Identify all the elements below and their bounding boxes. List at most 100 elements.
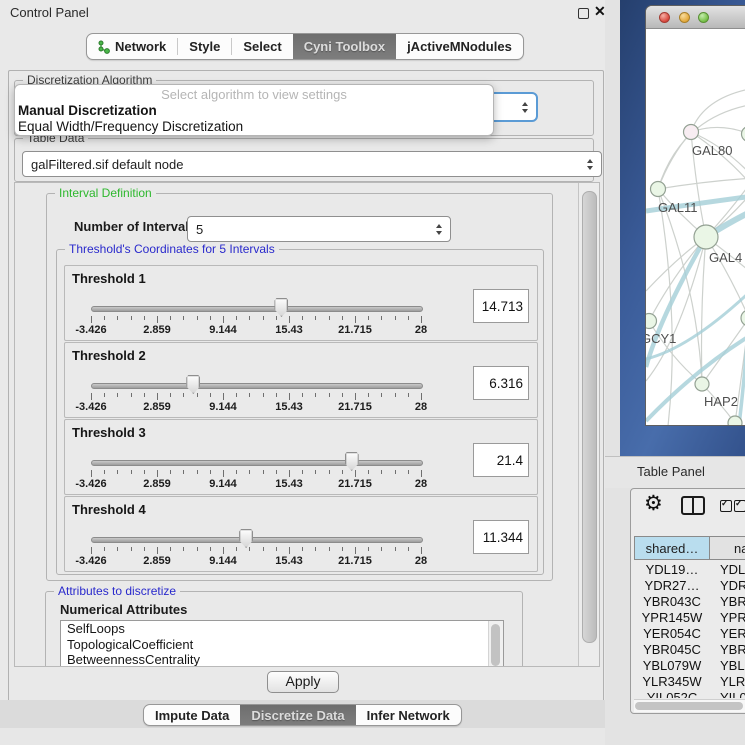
number-of-intervals-combobox[interactable]: 5 xyxy=(187,216,451,242)
slider-tick xyxy=(104,316,105,320)
network-edge[interactable] xyxy=(658,178,745,189)
tab-select[interactable]: Select xyxy=(232,34,292,59)
slider-tick xyxy=(421,393,422,400)
slider-tick-label: 9.144 xyxy=(196,478,250,490)
node-gal4[interactable] xyxy=(694,225,718,249)
table-row[interactable]: YBL079WYBL0 xyxy=(634,658,745,674)
slider-tick xyxy=(170,470,171,474)
slider-tick-label: 28 xyxy=(394,324,448,336)
column-layout-icon[interactable] xyxy=(681,496,705,515)
column-header-shared-name[interactable]: shared… xyxy=(634,536,710,560)
cell-name: YER0 xyxy=(710,626,745,642)
slider-tick xyxy=(289,316,290,323)
float-window-icon[interactable] xyxy=(578,8,589,19)
node-bottom[interactable] xyxy=(728,416,742,426)
slider-tick xyxy=(263,393,264,397)
node-top[interactable] xyxy=(742,127,745,142)
slider-thumb[interactable] xyxy=(239,529,253,548)
settings-scrollbar[interactable] xyxy=(578,183,599,666)
slider-tick xyxy=(236,316,237,320)
table-row[interactable]: YPR145WYPR1 xyxy=(634,610,745,626)
slider-tick-label: 21.715 xyxy=(328,478,382,490)
tab-label: Style xyxy=(189,39,220,54)
settings-scrollbar-thumb[interactable] xyxy=(582,191,597,643)
slider-tick xyxy=(329,547,330,551)
attribute-list-item[interactable]: BetweennessCentrality xyxy=(61,652,503,667)
network-window[interactable]: GAL80GACGAL11GAL4GCY1HHAP2 xyxy=(645,5,745,426)
tab-jactivemnodules[interactable]: jActiveMNodules xyxy=(396,34,523,59)
network-window-titlebar[interactable] xyxy=(646,6,745,29)
node-gcy1[interactable] xyxy=(646,314,657,329)
node-h[interactable] xyxy=(741,310,745,326)
node-label: HAP2 xyxy=(704,394,738,409)
slider-tick xyxy=(381,547,382,551)
list-scrollbar[interactable] xyxy=(488,621,503,667)
slider-track[interactable] xyxy=(91,460,423,466)
apply-button[interactable]: Apply xyxy=(267,671,339,693)
tab-label: Impute Data xyxy=(155,708,229,723)
network-edge[interactable] xyxy=(691,127,745,134)
tab-label: Network xyxy=(115,39,166,54)
close-traffic-light-icon[interactable] xyxy=(659,12,670,23)
node-gal11[interactable] xyxy=(651,182,666,197)
node-gal80[interactable] xyxy=(684,125,699,140)
network-edge[interactable] xyxy=(691,132,745,197)
attribute-list-item[interactable]: TopologicalCoefficient xyxy=(61,637,503,653)
slider-thumb[interactable] xyxy=(345,452,359,471)
table-row[interactable]: YIL052CYIL0 xyxy=(634,690,745,698)
checkbox-icon[interactable] xyxy=(734,500,745,512)
network-edge[interactable] xyxy=(691,87,745,132)
table-panel: ⚙ shared… na YDL19…YDL1YDR27…YDR2YBR043C… xyxy=(630,488,745,714)
slider-thumb[interactable] xyxy=(186,375,200,394)
cell-shared-name: YER054C xyxy=(634,626,710,642)
slider-tick xyxy=(355,316,356,323)
slider-tick xyxy=(289,393,290,400)
slider-track[interactable] xyxy=(91,537,423,543)
threshold-value-input[interactable] xyxy=(473,366,529,400)
slider-track[interactable] xyxy=(91,383,423,389)
number-of-intervals-label: Number of Intervals xyxy=(74,219,196,234)
slider-tick xyxy=(197,470,198,474)
network-edge[interactable] xyxy=(702,237,707,384)
table-row[interactable]: YDL19…YDL1 xyxy=(634,562,745,578)
tab-style[interactable]: Style xyxy=(178,34,231,59)
column-header-name[interactable]: na xyxy=(709,536,745,560)
slider-tick-label: 28 xyxy=(394,478,448,490)
dropdown-option[interactable]: Equal Width/Frequency Discretization xyxy=(15,119,493,135)
minimize-traffic-light-icon[interactable] xyxy=(679,12,690,23)
list-scrollbar-thumb[interactable] xyxy=(491,624,500,666)
tab-cyni-toolbox[interactable]: Cyni Toolbox xyxy=(293,34,396,59)
tab-discretize-data[interactable]: Discretize Data xyxy=(240,705,355,725)
dropdown-option[interactable]: Manual Discretization xyxy=(15,103,493,119)
table-hscrollbar-thumb[interactable] xyxy=(635,702,743,710)
cell-name: YPR1 xyxy=(710,610,745,626)
numerical-attributes-list[interactable]: SelfLoopsTopologicalCoefficientBetweenne… xyxy=(60,620,504,667)
table-row[interactable]: YER054CYER0 xyxy=(634,626,745,642)
network-edge[interactable] xyxy=(658,132,691,189)
slider-tick xyxy=(157,470,158,477)
slider-tick xyxy=(355,393,356,400)
attribute-list-item[interactable]: SelfLoops xyxy=(61,621,503,637)
table-row[interactable]: YLR345WYLR3 xyxy=(634,674,745,690)
node-hap2[interactable] xyxy=(695,377,709,391)
close-icon[interactable]: ✕ xyxy=(594,3,606,20)
threshold-value-input[interactable] xyxy=(473,443,529,477)
table-row[interactable]: YBR043CYBR0 xyxy=(634,594,745,610)
slider-track[interactable] xyxy=(91,306,423,312)
slider-tick xyxy=(276,470,277,474)
slider-tick xyxy=(197,547,198,551)
tab-infer-network[interactable]: Infer Network xyxy=(356,705,461,725)
table-data-combobox[interactable]: galFiltered.sif default node xyxy=(22,151,602,177)
gear-icon[interactable]: ⚙ xyxy=(644,491,663,516)
table-hscrollbar[interactable] xyxy=(634,699,745,712)
checkbox-icon[interactable] xyxy=(720,500,732,512)
network-canvas[interactable]: GAL80GACGAL11GAL4GCY1HHAP2 xyxy=(646,29,745,426)
zoom-traffic-light-icon[interactable] xyxy=(698,12,709,23)
table-row[interactable]: YBR045CYBR0 xyxy=(634,642,745,658)
threshold-value-input[interactable] xyxy=(473,289,529,323)
slider-thumb[interactable] xyxy=(274,298,288,317)
threshold-value-input[interactable] xyxy=(473,520,529,554)
tab-network[interactable]: Network xyxy=(87,34,177,59)
tab-impute-data[interactable]: Impute Data xyxy=(144,705,240,725)
table-row[interactable]: YDR27…YDR2 xyxy=(634,578,745,594)
